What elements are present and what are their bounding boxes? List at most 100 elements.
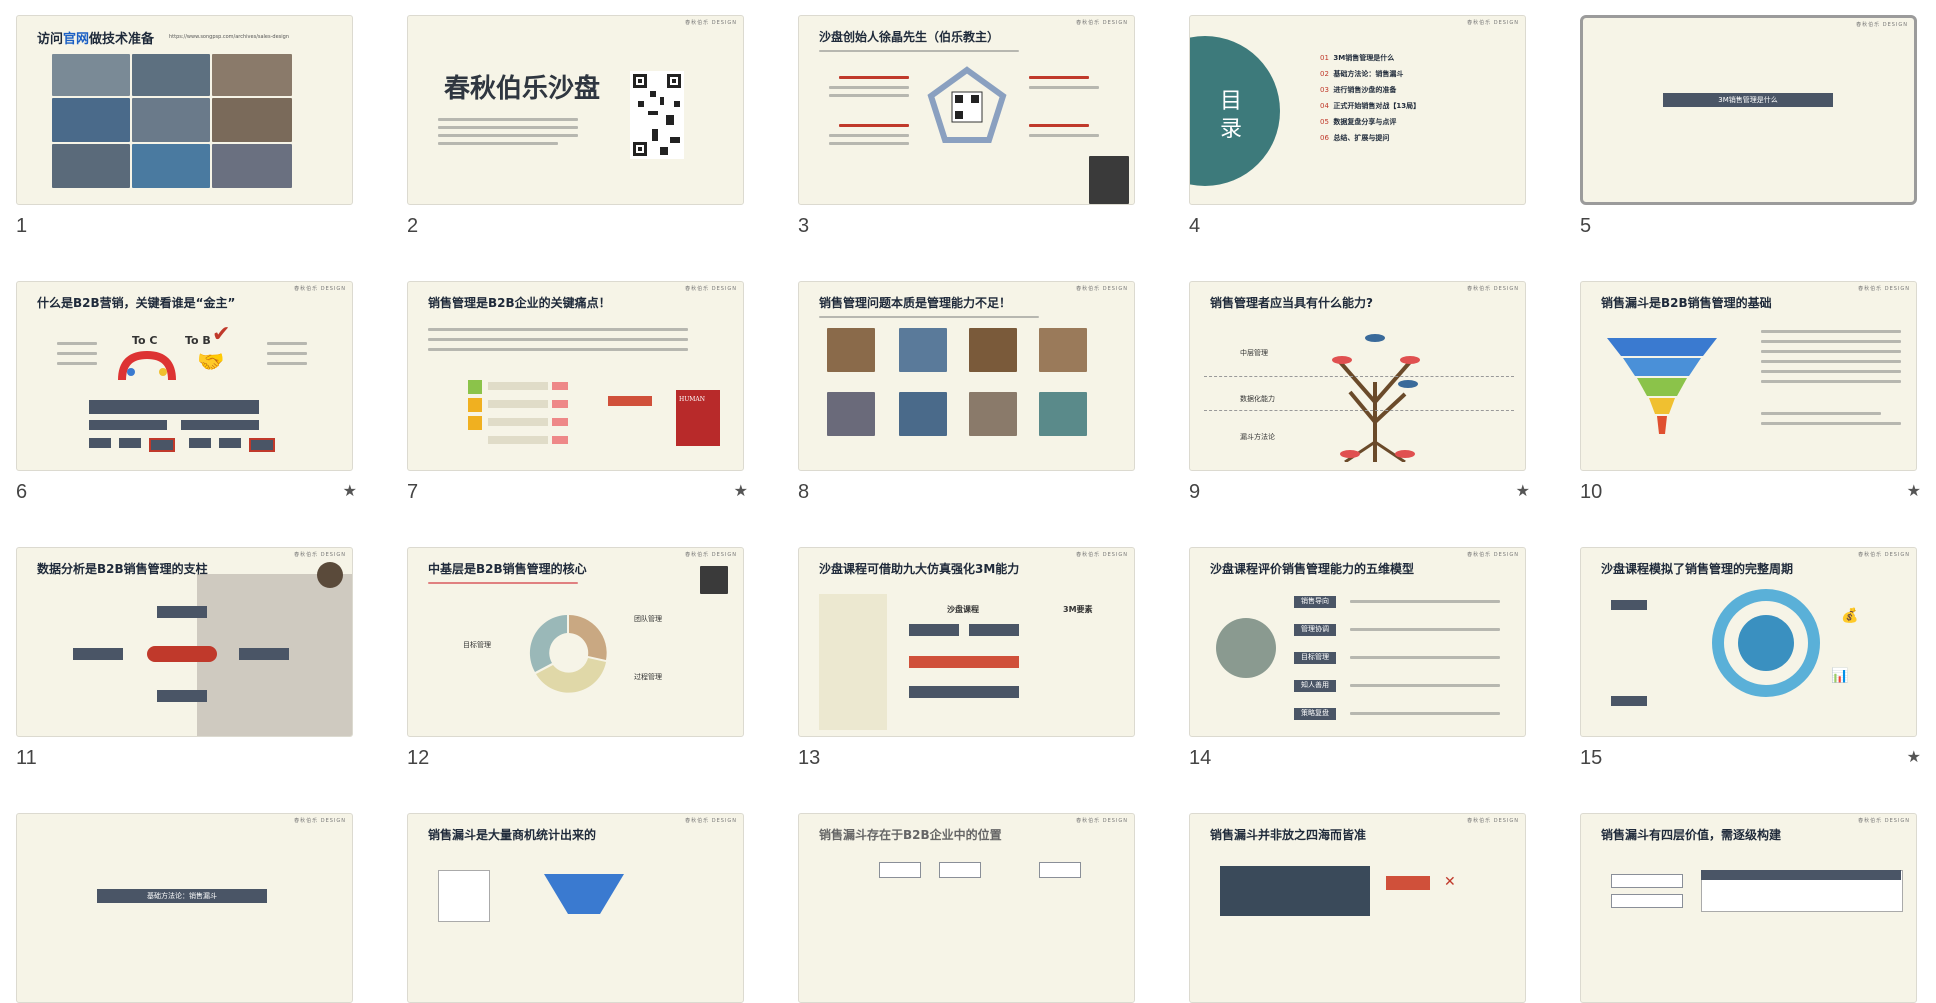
star-icon[interactable]: ★: [343, 481, 357, 500]
section-title: 基础方法论：销售漏斗: [97, 889, 267, 903]
slide-19-canvas[interactable]: 春秋伯乐 DESIGN 销售漏斗并非放之四海而皆准 ✕: [1189, 813, 1526, 1003]
slide-10-canvas[interactable]: 春秋伯乐 DESIGN 销售漏斗是B2B销售管理的基础: [1580, 281, 1917, 471]
slide-11-canvas[interactable]: 春秋伯乐 DESIGN 数据分析是B2B销售管理的支柱: [16, 547, 353, 737]
dark-panel: [1220, 866, 1370, 916]
illustration: [899, 328, 947, 372]
slide-15-title: 沙盘课程模拟了销售管理的完整周期: [1601, 562, 1794, 576]
slide-number: 5: [1580, 215, 1592, 237]
slide-number: 1: [16, 215, 28, 237]
star-icon[interactable]: ★: [1907, 747, 1921, 766]
column-label: 3M要素: [1063, 605, 1093, 614]
slide-2-canvas[interactable]: 春秋伯乐 DESIGN 春秋伯乐沙盘: [407, 15, 744, 205]
text-line: [1761, 360, 1901, 363]
toc-item[interactable]: 03 进行销售沙盘的准备: [1320, 82, 1420, 98]
divider: [1204, 410, 1514, 411]
pentagon-diagram-icon: [927, 66, 1007, 143]
funnel-icon: [1607, 338, 1717, 434]
book-cover: HUMAN: [676, 390, 720, 446]
text-line: [1029, 134, 1099, 137]
text-line: [438, 134, 578, 137]
text-line: [57, 342, 97, 345]
text-line: [57, 362, 97, 365]
section-title: 3M销售管理是什么: [1663, 93, 1833, 107]
brand-mark: 春秋伯乐 DESIGN: [294, 286, 346, 292]
text-line: [829, 134, 909, 137]
slide-6-canvas[interactable]: 春秋伯乐 DESIGN 什么是B2B营销，关键看谁是“金主” To C To B…: [16, 281, 353, 471]
slide-number: 6: [16, 481, 28, 503]
toc-item[interactable]: 04 正式开始销售对战【13局】: [1320, 98, 1420, 114]
dimension-label: 知人善用: [1294, 680, 1336, 692]
slide-number: 11: [16, 747, 37, 769]
text-line: [1350, 656, 1500, 659]
text-line: [829, 94, 909, 97]
text-line: [428, 338, 688, 341]
slide-15-canvas[interactable]: 春秋伯乐 DESIGN 沙盘课程模拟了销售管理的完整周期 💰 📊: [1580, 547, 1917, 737]
text-line: [1761, 412, 1881, 415]
toc-item[interactable]: 05 数据复盘分享与点评: [1320, 114, 1420, 130]
callout-box: [1386, 876, 1430, 890]
slide-6-title: 什么是B2B营销，关键看谁是“金主”: [37, 296, 236, 310]
slide-1-photo: [212, 144, 292, 188]
slide-14-canvas[interactable]: 春秋伯乐 DESIGN 沙盘课程评价销售管理能力的五维模型 销售导向 管理协调 …: [1189, 547, 1526, 737]
toc-item[interactable]: 06 总结、扩展与提问: [1320, 130, 1420, 146]
slide-17-canvas[interactable]: 春秋伯乐 DESIGN 销售漏斗是大量商机统计出来的: [407, 813, 744, 1003]
text-line: [428, 582, 578, 584]
brand-mark: 春秋伯乐 DESIGN: [1858, 818, 1910, 824]
text-line: [829, 142, 909, 145]
brand-mark: 春秋伯乐 DESIGN: [685, 552, 737, 558]
text-line: [1761, 380, 1901, 383]
slide-1-photo: [212, 54, 292, 96]
brand-mark: 春秋伯乐 DESIGN: [1858, 552, 1910, 558]
slide-number: 2: [407, 215, 419, 237]
column-label: 沙盘课程: [947, 605, 979, 614]
slide-number: 9: [1189, 481, 1201, 503]
slide-18-canvas[interactable]: 春秋伯乐 DESIGN 销售漏斗存在于B2B企业中的位置: [798, 813, 1135, 1003]
text-line: [829, 86, 909, 89]
flow-box: [239, 648, 289, 660]
slide-3-canvas[interactable]: 春秋伯乐 DESIGN 沙盘创始人徐晶先生（伯乐教主）: [798, 15, 1135, 205]
slide-number: 12: [407, 747, 430, 769]
slide-1-canvas[interactable]: 访问官网做技术准备 https://www.songpsp.com/archiv…: [16, 15, 353, 205]
slide-8-canvas[interactable]: 春秋伯乐 DESIGN 销售管理问题本质是管理能力不足！: [798, 281, 1135, 471]
toc-item[interactable]: 02 基础方法论：销售漏斗: [1320, 66, 1420, 82]
text-line: [1029, 124, 1089, 127]
slide-10-title: 销售漏斗是B2B销售管理的基础: [1601, 296, 1772, 310]
star-icon[interactable]: ★: [1516, 481, 1530, 500]
slide-4-canvas[interactable]: 春秋伯乐 DESIGN 目录 01 3M销售管理是什么 02 基础方法论：销售漏…: [1189, 15, 1526, 205]
toc-item[interactable]: 01 3M销售管理是什么: [1320, 50, 1420, 66]
slide-number: 10: [1580, 481, 1603, 503]
flow-box: [189, 438, 211, 448]
slide-8-title: 销售管理问题本质是管理能力不足！: [819, 296, 1012, 310]
flow-box: [73, 648, 123, 660]
slide-16-canvas[interactable]: 春秋伯乐 DESIGN 基础方法论：销售漏斗: [16, 813, 353, 1003]
slide-7-canvas[interactable]: 春秋伯乐 DESIGN 销售管理是B2B企业的关键痛点！ HUMAN: [407, 281, 744, 471]
flow-box: [249, 438, 275, 452]
slide-5-canvas[interactable]: 春秋伯乐 DESIGN 3M销售管理是什么: [1580, 15, 1917, 205]
flow-bar: [181, 420, 259, 430]
cycle-label: 目标管理: [463, 641, 491, 649]
slide-9-canvas[interactable]: 春秋伯乐 DESIGN 销售管理者应当具有什么能力? 中层管理 数据化能力 漏斗…: [1189, 281, 1526, 471]
slide-1-photo: [132, 54, 210, 96]
illustration: [969, 328, 1017, 372]
star-icon[interactable]: ★: [1907, 481, 1921, 500]
avatar: [700, 566, 728, 594]
slide-1-title: 访问官网做技术准备: [37, 32, 155, 47]
org-box: [879, 862, 921, 878]
text-line: [438, 142, 558, 145]
slide-12-canvas[interactable]: 春秋伯乐 DESIGN 中基层是B2B销售管理的核心 目标管理 团队管理 过程管…: [407, 547, 744, 737]
slide-3-title: 沙盘创始人徐晶先生（伯乐教主）: [819, 30, 1000, 44]
divider: [1204, 376, 1514, 377]
graduation-cap-icon: [1216, 618, 1276, 678]
star-icon[interactable]: ★: [734, 481, 748, 500]
chart-icon: 📊: [1831, 668, 1849, 684]
text-line: [428, 328, 688, 331]
flow-box: [157, 606, 207, 618]
tree-icon: [1332, 334, 1420, 462]
center-ellipse: [147, 646, 217, 662]
slide-1-photo: [132, 144, 210, 188]
slide-13-title: 沙盘课程可借助九大仿真强化3M能力: [819, 562, 1020, 576]
brand-mark: 春秋伯乐 DESIGN: [1076, 818, 1128, 824]
ability-label: 数据化能力: [1240, 395, 1275, 403]
slide-20-canvas[interactable]: 春秋伯乐 DESIGN 销售漏斗有四层价值，需逐级构建: [1580, 813, 1917, 1003]
slide-13-canvas[interactable]: 春秋伯乐 DESIGN 沙盘课程可借助九大仿真强化3M能力 沙盘课程 3M要素: [798, 547, 1135, 737]
